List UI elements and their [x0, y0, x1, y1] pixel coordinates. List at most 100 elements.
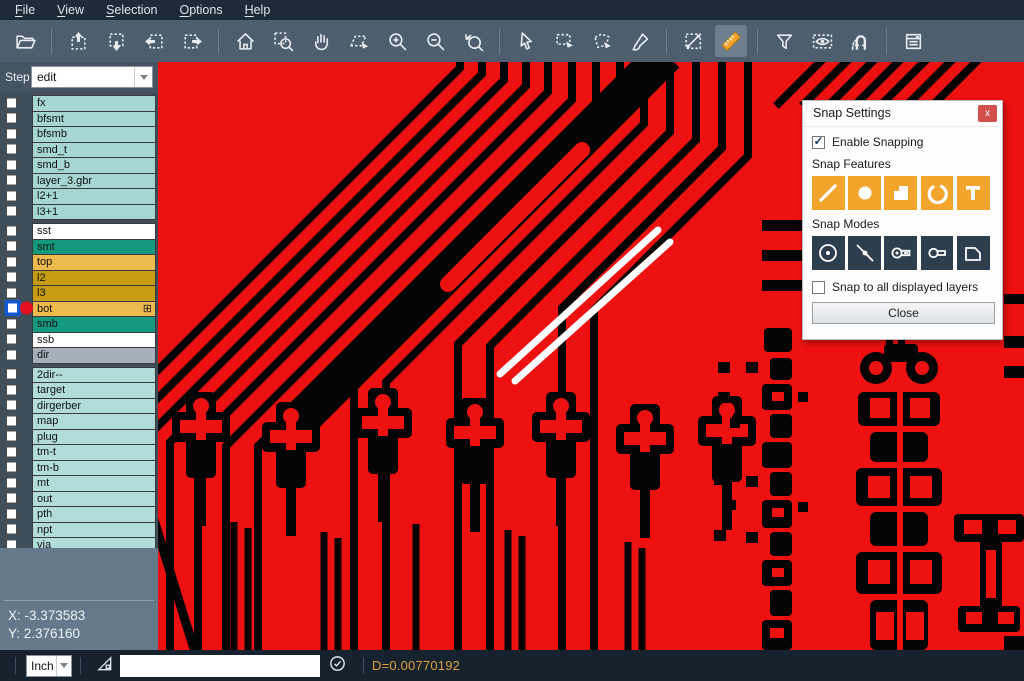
layer-visibility-checkbox[interactable]	[6, 113, 17, 124]
step-select[interactable]: edit	[31, 66, 153, 88]
snap-feature-arc-button[interactable]	[921, 176, 954, 210]
layer-row-plug[interactable]: plug	[0, 429, 158, 445]
layer-name[interactable]: map	[32, 413, 156, 430]
layer-visibility-checkbox[interactable]	[6, 400, 17, 411]
zoom-in-button[interactable]	[381, 25, 413, 57]
layer-name[interactable]: tm-t	[32, 444, 156, 461]
menu-file[interactable]: File	[4, 3, 46, 17]
snap-dialog-close-button[interactable]: Close	[812, 302, 995, 324]
ruler-button[interactable]	[715, 25, 747, 57]
paint-brush-button[interactable]	[624, 25, 656, 57]
snap-magnet-button[interactable]	[844, 25, 876, 57]
layer-row-bot[interactable]: bot⊞	[0, 301, 158, 317]
layer-name[interactable]: layer_3.gbr	[32, 173, 156, 190]
layer-visibility-checkbox[interactable]	[6, 128, 17, 139]
layer-row-l2+1[interactable]: l2+1	[0, 188, 158, 204]
layer-row-dirgerber[interactable]: dirgerber	[0, 398, 158, 414]
unit-select[interactable]: Inch	[26, 655, 72, 677]
layer-visibility-checkbox[interactable]	[6, 431, 17, 442]
layer-name[interactable]: bfsmb	[32, 126, 156, 143]
layer-visibility-checkbox[interactable]	[6, 477, 17, 488]
layer-row-layer_3.gbr[interactable]: layer_3.gbr	[0, 173, 158, 189]
layer-row-npt[interactable]: npt	[0, 522, 158, 538]
layer-visibility-checkbox[interactable]	[6, 334, 17, 345]
zoom-window-button[interactable]	[267, 25, 299, 57]
layer-row-bfsmb[interactable]: bfsmb	[0, 126, 158, 142]
layer-name[interactable]: dirgerber	[32, 398, 156, 415]
layer-visibility-checkbox[interactable]	[6, 159, 17, 170]
snap-mode-point-on-line-button[interactable]	[848, 236, 881, 270]
layer-visibility-checkbox[interactable]	[6, 206, 17, 217]
layer-row-tm-t[interactable]: tm-t	[0, 444, 158, 460]
zoom-previous-button[interactable]	[457, 25, 489, 57]
layer-visibility-checkbox[interactable]	[6, 349, 17, 360]
layer-name[interactable]: mt	[32, 475, 156, 492]
layer-name[interactable]: npt	[32, 522, 156, 539]
select-rectangle-button[interactable]	[548, 25, 580, 57]
layer-name[interactable]: smd_t	[32, 142, 156, 159]
layer-row-pth[interactable]: pth	[0, 506, 158, 522]
layer-name[interactable]: target	[32, 382, 156, 399]
layer-name[interactable]: ssb	[32, 332, 156, 349]
layer-visibility-checkbox[interactable]	[6, 241, 17, 252]
layer-visibility-checkbox[interactable]	[6, 97, 17, 108]
layer-visibility-checkbox[interactable]	[6, 225, 17, 236]
chevron-down-icon[interactable]	[56, 656, 71, 676]
menu-options[interactable]: Options	[168, 3, 233, 17]
layer-name[interactable]: l3+1	[32, 204, 156, 221]
layer-name[interactable]: top	[32, 254, 156, 271]
layer-row-tm-b[interactable]: tm-b	[0, 460, 158, 476]
layer-name[interactable]: fx	[32, 95, 156, 112]
layer-row-l3[interactable]: l3	[0, 285, 158, 301]
layer-row-top[interactable]: top	[0, 254, 158, 270]
pan-hand-button[interactable]	[305, 25, 337, 57]
layer-visibility-checkbox[interactable]	[6, 384, 17, 395]
layer-name[interactable]: dir	[32, 347, 156, 364]
layer-visibility-checkbox[interactable]	[6, 144, 17, 155]
layer-row-target[interactable]: target	[0, 382, 158, 398]
menu-help[interactable]: Help	[234, 3, 282, 17]
layer-name[interactable]: tm-b	[32, 460, 156, 477]
measure-point-button[interactable]	[677, 25, 709, 57]
menu-selection[interactable]: Selection	[95, 3, 168, 17]
filter-button[interactable]	[768, 25, 800, 57]
layer-name[interactable]: out	[32, 491, 156, 508]
layer-row-bfsmt[interactable]: bfsmt	[0, 111, 158, 127]
layer-visibility-checkbox[interactable]	[8, 304, 17, 313]
snap-feature-surface-button[interactable]	[884, 176, 917, 210]
snap-mode-profile-button[interactable]	[957, 236, 990, 270]
snap-feature-line-button[interactable]	[812, 176, 845, 210]
select-polygon-button[interactable]	[586, 25, 618, 57]
enable-snapping-checkbox[interactable]	[812, 136, 825, 149]
layer-row-mt[interactable]: mt	[0, 475, 158, 491]
zoom-area-button[interactable]	[343, 25, 375, 57]
layer-visibility-checkbox[interactable]	[6, 272, 17, 283]
snap-mode-pad-button[interactable]	[921, 236, 954, 270]
home-view-button[interactable]	[229, 25, 261, 57]
select-cursor-button[interactable]	[510, 25, 542, 57]
layer-row-smd_b[interactable]: smd_b	[0, 157, 158, 173]
measure-value-input[interactable]	[120, 655, 320, 677]
layer-row-2dir--[interactable]: 2dir--	[0, 367, 158, 383]
import-up-button[interactable]	[62, 25, 94, 57]
snap-feature-text-button[interactable]	[957, 176, 990, 210]
layer-grid-icon[interactable]: ⊞	[143, 302, 152, 316]
dialog-close-icon[interactable]: x	[978, 105, 997, 122]
layer-name[interactable]: bot⊞	[32, 301, 156, 318]
sync-check-icon[interactable]	[328, 654, 347, 678]
layer-row-out[interactable]: out	[0, 491, 158, 507]
layer-row-l3+1[interactable]: l3+1	[0, 204, 158, 220]
layer-visibility-checkbox[interactable]	[6, 462, 17, 473]
view-options-eye-button[interactable]	[806, 25, 838, 57]
layer-visibility-checkbox[interactable]	[6, 369, 17, 380]
layer-row-sst[interactable]: sst	[0, 223, 158, 239]
layer-name[interactable]: plug	[32, 429, 156, 446]
layer-row-l2[interactable]: l2	[0, 270, 158, 286]
layer-visibility-checkbox[interactable]	[6, 190, 17, 201]
layer-name[interactable]: smd_b	[32, 157, 156, 174]
layer-visibility-checkbox[interactable]	[6, 256, 17, 267]
snap-mode-center-button[interactable]	[812, 236, 845, 270]
layer-name[interactable]: smt	[32, 239, 156, 256]
layer-row-smb[interactable]: smb	[0, 316, 158, 332]
open-file-button[interactable]	[9, 25, 41, 57]
